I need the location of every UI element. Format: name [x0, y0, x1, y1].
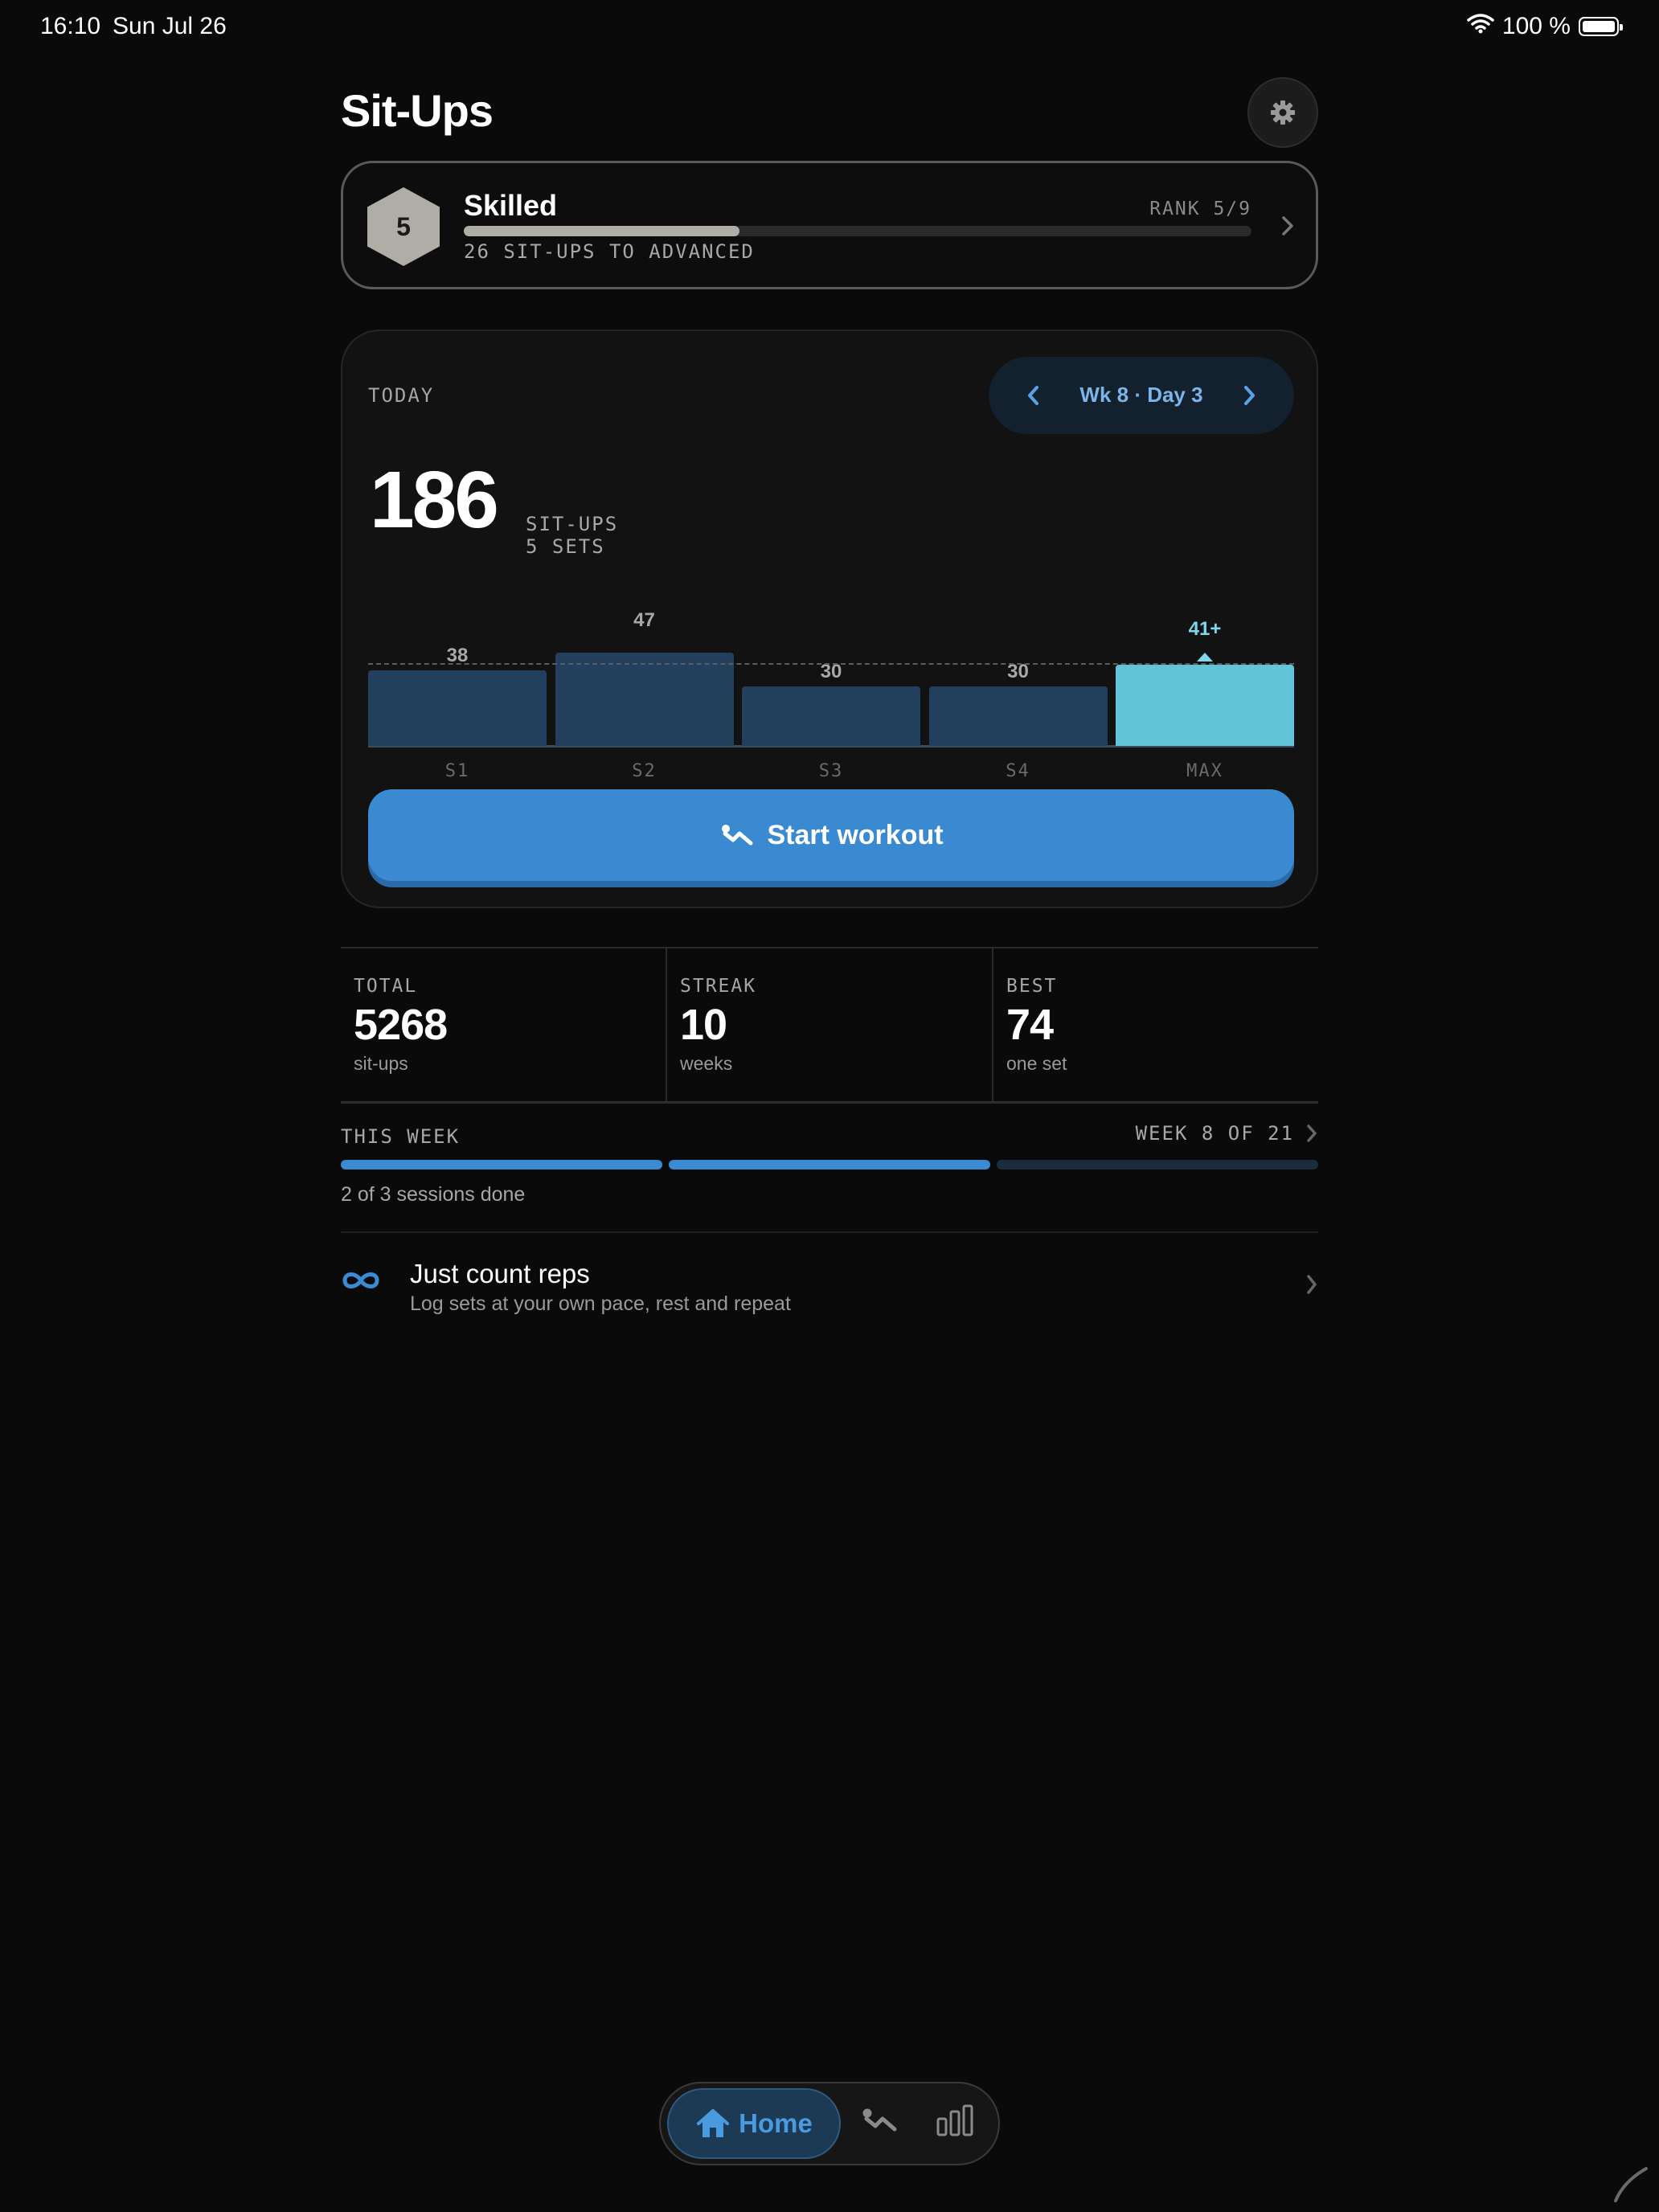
- this-week-label: THIS WEEK: [341, 1125, 461, 1148]
- start-workout-label: Start workout: [767, 819, 944, 850]
- rank-subtitle: 26 SIT-UPS TO ADVANCED: [464, 240, 755, 263]
- rank-name: Skilled: [464, 189, 558, 222]
- stat-streak: STREAK 10 weeks: [666, 948, 992, 1101]
- just-count-reps-subtitle: Log sets at your own pace, rest and repe…: [410, 1292, 791, 1315]
- stat-label: TOTAL: [354, 976, 418, 997]
- week-sessions-bar: [341, 1160, 1318, 1169]
- rank-progress-bar: [464, 226, 1251, 236]
- wifi-icon: [1467, 13, 1494, 40]
- tab-home-label: Home: [739, 2108, 813, 2138]
- week-summary: 2 of 3 sessions done: [341, 1183, 526, 1206]
- stat-value: 10: [680, 1001, 727, 1049]
- home-icon: [697, 2109, 730, 2137]
- chart-bar: [1116, 664, 1294, 746]
- tab-workout[interactable]: [860, 2106, 899, 2139]
- chart-bar: [555, 653, 734, 746]
- today-sets: 5 SETS: [526, 535, 605, 558]
- chart-value-label: 47: [633, 609, 655, 631]
- status-date: Sun Jul 26: [113, 13, 227, 39]
- chart-bar: [368, 670, 547, 746]
- battery-percent: 100 %: [1501, 13, 1571, 39]
- divider: [341, 1231, 1318, 1233]
- tab-home[interactable]: Home: [667, 2088, 841, 2159]
- chevron-right-icon: [1307, 1275, 1317, 1294]
- today-unit: SIT-UPS: [526, 513, 619, 535]
- battery-icon: [1579, 17, 1623, 36]
- settings-button[interactable]: [1247, 77, 1318, 148]
- week-progress-link[interactable]: WEEK 8 OF 21: [1136, 1122, 1318, 1145]
- stat-sub: weeks: [680, 1053, 733, 1074]
- rank-progress-fill: [464, 226, 739, 236]
- tab-stats[interactable]: [936, 2104, 974, 2140]
- status-right: 100 %: [1467, 13, 1623, 40]
- stat-sub: one set: [1006, 1053, 1067, 1074]
- tab-bar: Home: [659, 2082, 1000, 2165]
- chevron-right-icon: [1244, 386, 1255, 405]
- rank-card[interactable]: 5 Skilled RANK 5/9 26 SIT-UPS TO ADVANCE…: [341, 161, 1318, 289]
- sets-chart: 38 S1 47 S2 30 S3 30 S4 41+ MAX: [368, 604, 1294, 781]
- stats-row: TOTAL 5268 sit-ups STREAK 10 weeks BEST …: [341, 947, 1318, 1104]
- status-bar: 16:10 Sun Jul 26 100 %: [40, 10, 1623, 42]
- chart-category-label: MAX: [1186, 761, 1223, 781]
- situp-icon: [862, 2108, 897, 2132]
- week-session-segment: [341, 1160, 662, 1169]
- week-session-segment: [997, 1160, 1318, 1169]
- stat-sub: sit-ups: [354, 1053, 408, 1074]
- just-count-reps-title: Just count reps: [410, 1259, 590, 1288]
- today-card: TODAY Wk 8 · Day 3 186 SIT-UPS 5 SETS 38…: [341, 330, 1318, 908]
- chart-value-label: 41+: [1188, 617, 1222, 640]
- today-total: 186: [370, 455, 499, 545]
- stat-label: STREAK: [680, 976, 757, 997]
- stat-best: BEST 74 one set: [992, 948, 1318, 1101]
- chart-category-label: S4: [1006, 761, 1030, 781]
- chevron-right-icon: [1282, 216, 1293, 236]
- status-time: 16:10: [40, 13, 101, 39]
- rank-level: 5: [396, 211, 411, 241]
- page-title: Sit-Ups: [341, 85, 494, 136]
- resize-handle-icon: [1614, 2167, 1648, 2202]
- rank-label: RANK 5/9: [1149, 199, 1251, 219]
- situp-icon: [722, 825, 753, 846]
- start-workout-button[interactable]: Start workout: [368, 789, 1294, 881]
- chart-bar: [742, 686, 920, 746]
- week-session-segment: [669, 1160, 990, 1169]
- day-selector: Wk 8 · Day 3: [989, 357, 1294, 434]
- chart-category-label: S2: [632, 761, 657, 781]
- gear-icon: [1271, 100, 1295, 125]
- week-progress-text: WEEK 8 OF 21: [1135, 1122, 1294, 1145]
- chart-category-label: S1: [444, 761, 470, 781]
- next-day-button[interactable]: [1228, 375, 1270, 416]
- stat-value: 74: [1006, 1001, 1054, 1049]
- chart-target-line: [368, 662, 1294, 665]
- stat-label: BEST: [1006, 976, 1058, 997]
- bar-chart-icon: [936, 2104, 973, 2136]
- stat-value: 5268: [354, 1001, 448, 1049]
- infinity-icon: [342, 1272, 379, 1288]
- max-target-marker-icon: [1197, 652, 1213, 662]
- chevron-right-icon: [1307, 1124, 1317, 1142]
- chart-category-label: S3: [818, 761, 844, 781]
- just-count-reps-row[interactable]: Just count reps Log sets at your own pac…: [341, 1247, 1318, 1325]
- stat-total: TOTAL 5268 sit-ups: [341, 948, 666, 1101]
- chart-bar: [928, 686, 1108, 746]
- today-label: TODAY: [368, 384, 435, 407]
